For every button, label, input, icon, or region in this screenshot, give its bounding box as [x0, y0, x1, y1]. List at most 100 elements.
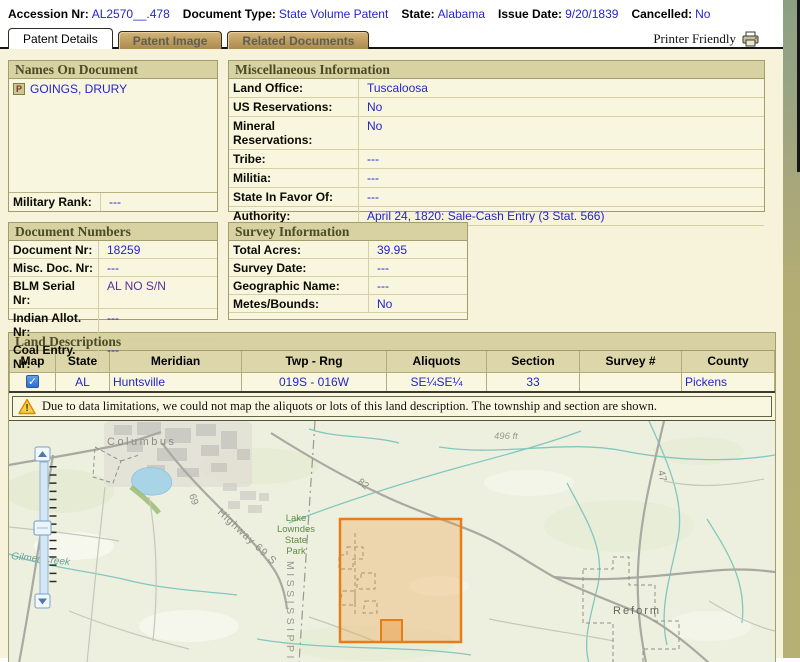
col-county: County	[682, 351, 775, 372]
military-rank-row: Military Rank: ---	[9, 192, 217, 211]
militia-value: ---	[359, 169, 387, 187]
state-in-favor-row: State In Favor Of:---	[229, 187, 764, 206]
total-acres-label: Total Acres:	[229, 241, 369, 258]
land-office-row: Land Office:Tuscaloosa	[229, 79, 764, 97]
map-checkbox[interactable]	[26, 375, 39, 388]
document-numbers-panel: Document Numbers Document Nr:18259 Misc.…	[8, 222, 218, 320]
accession-value: AL2570__.478	[92, 7, 170, 21]
doctype-label: Document Type:	[183, 7, 276, 21]
park-label-line2: Lowndes	[277, 524, 315, 535]
land-descriptions-panel: Land Descriptions Map State Meridian Twp…	[8, 332, 776, 662]
issue-date-value: 9/20/1839	[565, 7, 618, 21]
cell-state: AL	[56, 372, 110, 392]
tribe-row: Tribe:---	[229, 149, 764, 168]
cell-county[interactable]: Pickens	[682, 372, 775, 392]
map-checkbox-cell	[10, 372, 56, 392]
metes-bounds-label: Metes/Bounds:	[229, 295, 369, 312]
svg-text:!: !	[25, 403, 28, 414]
metes-bounds-value: No	[369, 295, 400, 312]
tab-patent-image[interactable]: Patent Image	[118, 31, 223, 49]
militia-row: Militia:---	[229, 168, 764, 187]
mineral-reservations-value: No	[359, 117, 390, 149]
docnums-panel-title: Document Numbers	[9, 223, 217, 241]
land-office-value: Tuscaloosa	[359, 79, 436, 97]
geographic-name-label: Geographic Name:	[229, 277, 369, 294]
survey-date-label: Survey Date:	[229, 259, 369, 276]
col-twp-rng: Twp - Rng	[242, 351, 387, 372]
miscellaneous-information-panel: Miscellaneous Information Land Office:Tu…	[228, 60, 765, 212]
mineral-reservations-label: Mineral Reservations:	[229, 117, 359, 149]
doctype-value: State Volume Patent	[279, 7, 388, 21]
cell-aliquots: SE¼SE¼	[387, 372, 487, 392]
misc-doc-nr-label: Misc. Doc. Nr:	[9, 259, 99, 276]
map-limitation-warning: ! Due to data limitations, we could not …	[12, 396, 772, 417]
misc-doc-nr-row: Misc. Doc. Nr:---	[9, 258, 217, 276]
metes-bounds-row: Metes/Bounds:No	[229, 294, 467, 312]
misc-panel-title: Miscellaneous Information	[229, 61, 764, 79]
blm-serial-nr-row: BLM Serial Nr:AL NO S/N	[9, 276, 217, 308]
survey-panel-title: Survey Information	[229, 223, 467, 241]
elevation-label: 496 ft	[494, 431, 518, 442]
names-on-document-panel: Names On Document P GOINGS, DRURY Milita…	[8, 60, 218, 212]
total-acres-row: Total Acres:39.95	[229, 241, 467, 258]
survey-empty-row	[229, 312, 467, 330]
col-aliquots: Aliquots	[387, 351, 487, 372]
state-field: State: Alabama	[401, 7, 485, 21]
doctype-field: Document Type:State Volume Patent	[183, 7, 389, 21]
township-map[interactable]: Columbus 496 ft 82 69 Highway 69 S 47 MI…	[9, 420, 775, 662]
table-row: AL Huntsville 019S - 016W SE¼SE¼ 33 Pick…	[10, 372, 775, 392]
tab-related-documents[interactable]: Related Documents	[227, 31, 369, 49]
patentee-name-link[interactable]: GOINGS, DRURY	[30, 82, 127, 96]
militia-label: Militia:	[229, 169, 359, 187]
names-panel-title: Names On Document	[9, 61, 217, 79]
cell-section: 33	[487, 372, 580, 392]
issue-date-label: Issue Date:	[498, 7, 562, 21]
park-label-line1: Lake	[286, 513, 307, 524]
state-label: State:	[401, 7, 434, 21]
survey-date-row: Survey Date:---	[229, 258, 467, 276]
total-acres-value: 39.95	[369, 241, 415, 258]
tab-patent-details[interactable]: Patent Details	[8, 28, 113, 49]
patent-details-content: Names On Document P GOINGS, DRURY Milita…	[0, 49, 784, 658]
geographic-name-value: ---	[369, 277, 397, 294]
state-value: Alabama	[438, 7, 485, 21]
document-nr-value: 18259	[99, 241, 148, 258]
printer-friendly-label: Printer Friendly	[653, 31, 736, 47]
document-nr-row: Document Nr:18259	[9, 241, 217, 258]
land-office-label: Land Office:	[229, 79, 359, 97]
patentee-icon: P	[13, 83, 25, 95]
state-in-favor-label: State In Favor Of:	[229, 188, 359, 206]
tab-bar: Patent Details Patent Image Related Docu…	[0, 28, 784, 49]
section-33-overlay	[381, 620, 402, 642]
printer-friendly-button[interactable]: Printer Friendly	[653, 31, 760, 47]
cancelled-field: Cancelled:No	[631, 7, 710, 21]
park-label-line4: Park	[286, 546, 306, 557]
mississippi-label: MISSISSIPPI	[284, 561, 296, 662]
cancelled-label: Cancelled:	[631, 7, 692, 21]
us-reservations-row: US Reservations:No	[229, 97, 764, 116]
military-rank-label: Military Rank:	[9, 193, 101, 211]
survey-information-panel: Survey Information Total Acres:39.95 Sur…	[228, 222, 468, 320]
document-header-bar: Accession Nr:AL2570__.478 Document Type:…	[0, 0, 780, 28]
tribe-label: Tribe:	[229, 150, 359, 168]
col-section: Section	[487, 351, 580, 372]
blm-serial-nr-label: BLM Serial Nr:	[9, 277, 99, 308]
survey-date-value: ---	[369, 259, 397, 276]
accession-label: Accession Nr:	[8, 7, 89, 21]
accession-field: Accession Nr:AL2570__.478	[8, 7, 170, 21]
columbus-label: Columbus	[107, 436, 177, 448]
cell-meridian[interactable]: Huntsville	[110, 372, 242, 392]
us-reservations-value: No	[359, 98, 390, 116]
cancelled-value: No	[695, 7, 710, 21]
issue-date-field: Issue Date:9/20/1839	[498, 7, 618, 21]
mineral-reservations-row: Mineral Reservations:No	[229, 116, 764, 149]
tribe-value: ---	[359, 150, 387, 168]
us-reservations-label: US Reservations:	[229, 98, 359, 116]
military-rank-value: ---	[101, 193, 129, 211]
reform-label: Reform	[613, 605, 661, 617]
warning-icon: !	[18, 398, 36, 415]
blm-serial-nr-value: AL NO S/N	[99, 277, 174, 308]
park-label-line3: State	[285, 535, 307, 546]
misc-doc-nr-value: ---	[99, 259, 127, 276]
col-survey: Survey #	[580, 351, 682, 372]
